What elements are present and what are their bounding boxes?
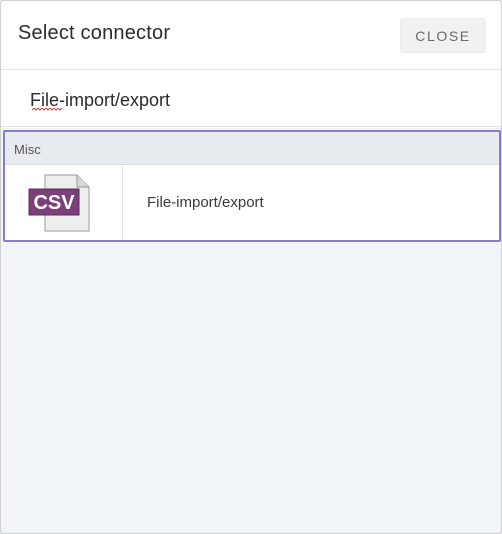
group-label: Misc bbox=[14, 142, 41, 157]
group-header: Misc bbox=[5, 132, 499, 165]
search-input[interactable] bbox=[30, 87, 470, 113]
connector-item-file-import-export[interactable]: CSV File-import/export bbox=[5, 166, 499, 240]
spellcheck-underline bbox=[32, 108, 62, 111]
connector-icon-cell: CSV bbox=[5, 166, 123, 240]
select-connector-dialog: Select connector CLOSE Misc CSV F bbox=[0, 0, 502, 534]
connector-label: File-import/export bbox=[147, 194, 264, 211]
connector-group-misc: Misc CSV File-import/export bbox=[3, 130, 501, 242]
csv-file-icon: CSV bbox=[28, 174, 90, 232]
close-button[interactable]: CLOSE bbox=[400, 18, 486, 53]
dialog-header: Select connector CLOSE bbox=[1, 1, 501, 70]
csv-icon-text: CSV bbox=[33, 192, 75, 214]
dialog-title: Select connector bbox=[18, 22, 171, 44]
connector-list: Misc CSV File-import/export bbox=[1, 128, 501, 533]
search-row bbox=[1, 71, 501, 127]
